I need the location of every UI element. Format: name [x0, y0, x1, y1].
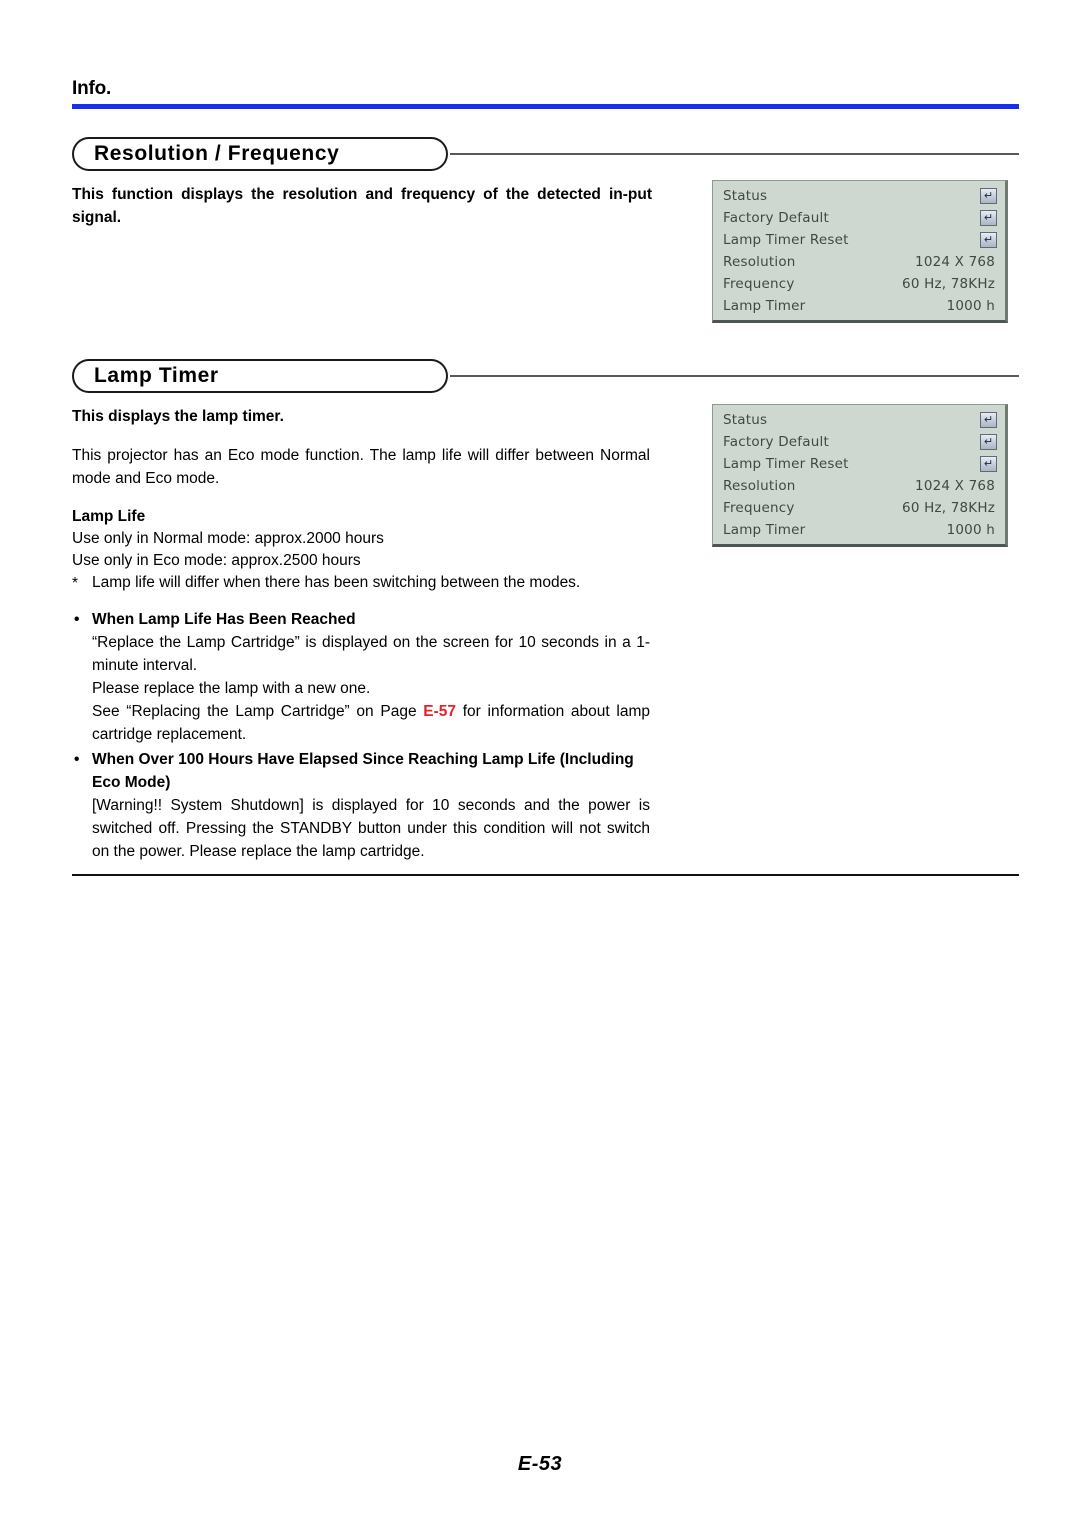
osd-row[interactable]: Lamp Timer Reset ↵: [713, 453, 1005, 475]
osd-row: Frequency 60 Hz, 78KHz: [713, 273, 1005, 295]
osd-row[interactable]: Lamp Timer Reset ↵: [713, 229, 1005, 251]
page-reference-link[interactable]: E-57: [423, 703, 456, 720]
section-heading-rule: [450, 153, 1019, 155]
section-heading-rule: [450, 375, 1019, 377]
osd-row-label: Resolution: [723, 478, 796, 494]
osd-row-label: Status: [723, 412, 768, 428]
bullet-body-line-3: See “Replacing the Lamp Cartridge” on Pa…: [72, 700, 650, 746]
enter-key-icon[interactable]: ↵: [980, 210, 997, 226]
lamp-life-heading: Lamp Life: [72, 508, 146, 525]
osd-row-label: Lamp Timer Reset: [723, 232, 849, 248]
bullet-heading: When Over 100 Hours Have Elapsed Since R…: [72, 748, 650, 794]
osd-row-value: 1000 h: [946, 298, 995, 314]
header-blue-rule: [72, 104, 1019, 109]
section-title: Lamp Timer: [94, 364, 219, 387]
bottom-divider: [72, 874, 1019, 876]
document-page: Info. Resolution / Frequency This functi…: [0, 0, 1080, 1526]
osd-row-label: Lamp Timer: [723, 522, 806, 538]
page-number-footer: E-53: [517, 1453, 563, 1475]
osd-row-label: Lamp Timer: [723, 298, 806, 314]
osd-menu-panel-2: Status ↵ Factory Default ↵ Lamp Timer Re…: [712, 404, 1008, 547]
lamp-life-footnote: Lamp life will differ when there has bee…: [72, 571, 692, 595]
enter-key-icon[interactable]: ↵: [980, 412, 997, 428]
osd-row[interactable]: Status ↵: [713, 409, 1005, 431]
bullet-when-lamp-life-reached: When Lamp Life Has Been Reached “Replace…: [72, 608, 650, 746]
see-replacing-pre-text: See “Replacing the Lamp Cartridge” on Pa…: [92, 703, 424, 720]
osd-row: Resolution 1024 X 768: [713, 475, 1005, 497]
osd-row[interactable]: Factory Default ↵: [713, 207, 1005, 229]
osd-row-label: Frequency: [723, 276, 795, 292]
enter-key-icon[interactable]: ↵: [980, 434, 997, 450]
lamp-life-eco-mode: Use only in Eco mode: approx.2500 hours: [72, 552, 361, 569]
enter-key-icon[interactable]: ↵: [980, 232, 997, 248]
bullet-heading: When Lamp Life Has Been Reached: [72, 608, 650, 631]
bullet-body-line-1: “Replace the Lamp Cartridge” is displaye…: [92, 634, 650, 674]
osd-row-label: Factory Default: [723, 434, 829, 450]
osd-row: Resolution 1024 X 768: [713, 251, 1005, 273]
osd-row: Frequency 60 Hz, 78KHz: [713, 497, 1005, 519]
enter-key-icon[interactable]: ↵: [980, 456, 997, 472]
bullet-body-line-2: Please replace the lamp with a new one.: [92, 680, 371, 697]
enter-key-icon[interactable]: ↵: [980, 188, 997, 204]
bullet-when-over-100-hours: When Over 100 Hours Have Elapsed Since R…: [72, 748, 650, 863]
bullet-body: [Warning!! System Shutdown] is displayed…: [92, 797, 650, 860]
osd-row: Lamp Timer 1000 h: [713, 519, 1005, 541]
osd-row-value: 60 Hz, 78KHz: [902, 500, 995, 516]
osd-row-value: 60 Hz, 78KHz: [902, 276, 995, 292]
osd-row-label: Lamp Timer Reset: [723, 456, 849, 472]
lamp-life-normal-mode: Use only in Normal mode: approx.2000 hou…: [72, 530, 384, 547]
page-header-label: Info.: [72, 78, 112, 99]
osd-row-label: Factory Default: [723, 210, 829, 226]
osd-row[interactable]: Status ↵: [713, 185, 1005, 207]
osd-row: Lamp Timer 1000 h: [713, 295, 1005, 317]
osd-row-label: Frequency: [723, 500, 795, 516]
osd-row-value: 1000 h: [946, 522, 995, 538]
lamp-timer-intro-body: This projector has an Eco mode function.…: [72, 447, 650, 487]
osd-menu-panel-1: Status ↵ Factory Default ↵ Lamp Timer Re…: [712, 180, 1008, 323]
osd-row-value: 1024 X 768: [915, 254, 995, 270]
section-title: Resolution / Frequency: [94, 142, 340, 165]
osd-row-value: 1024 X 768: [915, 478, 995, 494]
osd-row-label: Status: [723, 188, 768, 204]
lamp-timer-intro-bold: This displays the lamp timer.: [72, 408, 284, 425]
osd-row-label: Resolution: [723, 254, 796, 270]
resolution-frequency-body: This function displays the resolution an…: [72, 186, 652, 226]
osd-row[interactable]: Factory Default ↵: [713, 431, 1005, 453]
